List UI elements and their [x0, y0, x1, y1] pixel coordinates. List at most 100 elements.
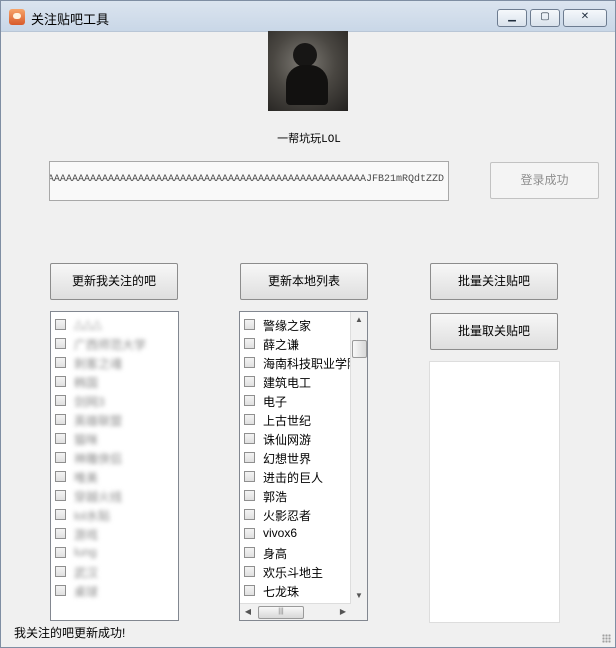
resize-grip-icon[interactable]	[602, 634, 611, 643]
checkbox[interactable]	[244, 357, 255, 368]
window-title: 关注贴吧工具	[31, 12, 110, 27]
checkbox[interactable]	[244, 509, 255, 520]
list-item[interactable]: 剑网3	[51, 391, 178, 410]
checkbox[interactable]	[55, 566, 66, 577]
user-avatar	[268, 31, 348, 111]
checkbox[interactable]	[244, 376, 255, 387]
list-item[interactable]: 身高	[240, 543, 367, 562]
minimize-button[interactable]: ▁	[497, 9, 527, 27]
list-item[interactable]: 上古世纪	[240, 410, 367, 429]
list-item[interactable]: 欢乐斗地主	[240, 562, 367, 581]
list-item[interactable]: 神雕侠侣	[51, 448, 178, 467]
scroll-down-icon[interactable]: ▼	[351, 588, 367, 604]
checkbox[interactable]	[244, 414, 255, 425]
list-item[interactable]: 韩国	[51, 372, 178, 391]
list-item[interactable]: 武汉	[51, 562, 178, 581]
checkbox[interactable]	[55, 395, 66, 406]
checkbox[interactable]	[55, 414, 66, 425]
list-item[interactable]: 桌球	[51, 581, 178, 600]
checkbox[interactable]	[244, 528, 255, 539]
followed-bars-list[interactable]: △△△ 广西师范大学 刺客之魂 韩国 剑网3 英雄联盟 猫咪 神雕侠侣 唯美 穿…	[50, 311, 179, 621]
list-item[interactable]: 薛之谦	[240, 334, 367, 353]
list-item-label: 神雕侠侣	[74, 452, 123, 466]
status-text: 我关注的吧更新成功!	[14, 626, 126, 640]
horizontal-scroll-thumb[interactable]: |||	[258, 606, 304, 619]
list-item[interactable]: 进击的巨人	[240, 467, 367, 486]
list-item-label: 海南科技职业学院	[263, 357, 360, 371]
checkbox[interactable]	[55, 376, 66, 387]
vertical-scrollbar[interactable]: ▲ ▼	[350, 312, 367, 604]
list-item[interactable]: 穿越火线	[51, 486, 178, 505]
checkbox[interactable]	[55, 433, 66, 444]
list-item[interactable]: 建筑电工	[240, 372, 367, 391]
list-item-label: lol水贴	[74, 509, 111, 523]
list-item[interactable]: △△△	[51, 315, 178, 334]
list-item[interactable]: lol水贴	[51, 505, 178, 524]
list-item-label: 英雄联盟	[74, 414, 123, 428]
vertical-scroll-thumb[interactable]	[352, 340, 367, 358]
list-item-label: 火影忍者	[263, 509, 312, 523]
checkbox[interactable]	[244, 566, 255, 577]
list-item-label: 警缘之家	[263, 319, 312, 333]
list-item[interactable]: 猫咪	[51, 429, 178, 448]
list-item[interactable]: 郭浩	[240, 486, 367, 505]
token-field[interactable]: AAAAAAAAAAAAAAAAAAAAAAAAAAAAAAAAAAAAAAAA…	[49, 161, 449, 201]
close-button[interactable]: ✕	[563, 9, 607, 27]
batch-unfollow-button[interactable]: 批量取关贴吧	[430, 313, 558, 350]
update-followed-button[interactable]: 更新我关注的吧	[50, 263, 178, 300]
checkbox[interactable]	[55, 338, 66, 349]
checkbox[interactable]	[244, 433, 255, 444]
list-item[interactable]: 警缘之家	[240, 315, 367, 334]
list-item-label: 薛之谦	[263, 338, 300, 352]
list-item[interactable]: 刺客之魂	[51, 353, 178, 372]
checkbox[interactable]	[55, 585, 66, 596]
batch-follow-button[interactable]: 批量关注贴吧	[430, 263, 558, 300]
checkbox[interactable]	[244, 452, 255, 463]
list-item-label: 身高	[263, 547, 288, 561]
horizontal-scrollbar[interactable]: ◀ ||| ▶	[240, 603, 351, 620]
list-item-label: △△△	[74, 317, 102, 331]
scroll-right-icon[interactable]: ▶	[335, 604, 351, 620]
list-item[interactable]: 幻想世界	[240, 448, 367, 467]
list-item[interactable]: lung	[51, 543, 178, 562]
checkbox[interactable]	[55, 490, 66, 501]
title-bar[interactable]: 关注贴吧工具 ▁ ▢ ✕	[1, 1, 615, 32]
update-local-button[interactable]: 更新本地列表	[240, 263, 368, 300]
checkbox[interactable]	[55, 319, 66, 330]
checkbox[interactable]	[244, 490, 255, 501]
list-item[interactable]: 诛仙网游	[240, 429, 367, 448]
window-controls: ▁ ▢ ✕	[497, 9, 607, 27]
checkbox[interactable]	[244, 471, 255, 482]
list-item-label: 韩国	[74, 376, 99, 390]
checkbox[interactable]	[55, 528, 66, 539]
list-item[interactable]: 火影忍者	[240, 505, 367, 524]
login-button[interactable]: 登录成功	[490, 162, 599, 199]
list-item[interactable]: 游戏	[51, 524, 178, 543]
scroll-left-icon[interactable]: ◀	[240, 604, 256, 620]
checkbox[interactable]	[244, 585, 255, 596]
list-item[interactable]: vivox6	[240, 524, 367, 543]
checkbox[interactable]	[55, 357, 66, 368]
maximize-button[interactable]: ▢	[530, 9, 560, 27]
list-item-label: 电子	[263, 395, 288, 409]
local-bars-list[interactable]: 警缘之家 薛之谦 海南科技职业学院 建筑电工 电子 上古世纪 诛仙网游 幻想世界…	[239, 311, 368, 621]
list-item[interactable]: 海南科技职业学院	[240, 353, 367, 372]
list-item-label: 幻想世界	[263, 452, 312, 466]
list-item-label: 建筑电工	[263, 376, 312, 390]
operation-result-list[interactable]	[429, 361, 560, 623]
list-item[interactable]: 电子	[240, 391, 367, 410]
checkbox[interactable]	[244, 338, 255, 349]
list-item[interactable]: 广西师范大学	[51, 334, 178, 353]
scroll-up-icon[interactable]: ▲	[351, 312, 367, 328]
checkbox[interactable]	[244, 547, 255, 558]
checkbox[interactable]	[55, 509, 66, 520]
checkbox[interactable]	[55, 547, 66, 558]
checkbox[interactable]	[244, 319, 255, 330]
checkbox[interactable]	[55, 471, 66, 482]
checkbox[interactable]	[244, 395, 255, 406]
checkbox[interactable]	[55, 452, 66, 463]
list-item[interactable]: 英雄联盟	[51, 410, 178, 429]
list-item-label: 诛仙网游	[263, 433, 312, 447]
list-item[interactable]: 七龙珠	[240, 581, 367, 600]
list-item[interactable]: 唯美	[51, 467, 178, 486]
